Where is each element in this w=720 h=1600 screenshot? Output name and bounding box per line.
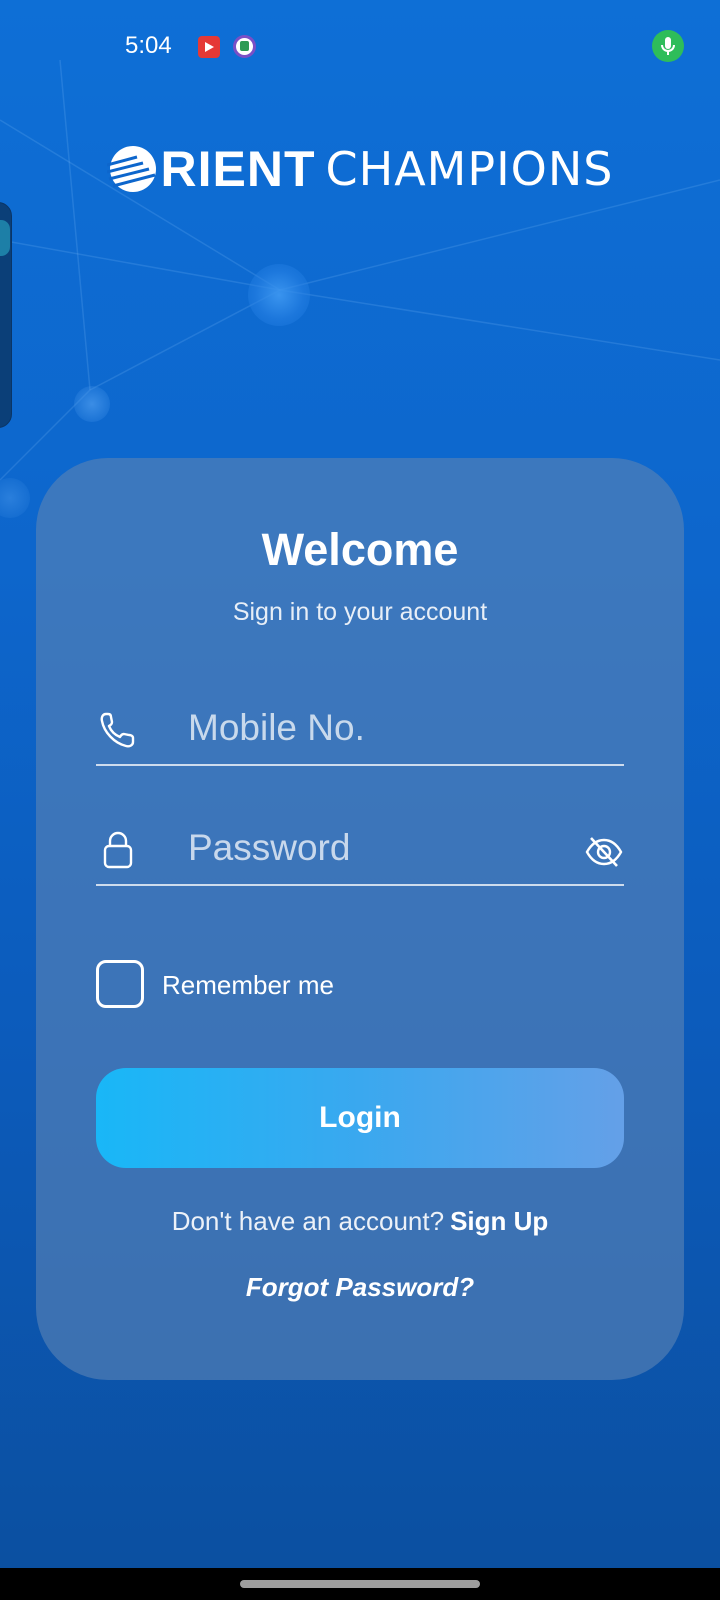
- page-title: Welcome: [261, 524, 459, 575]
- home-gesture-handle[interactable]: [240, 1580, 480, 1588]
- youtube-icon: [198, 36, 220, 58]
- eye-off-icon[interactable]: [584, 832, 624, 872]
- app-logo: RIENT CHAMPIONS: [0, 140, 720, 198]
- lock-icon: [103, 831, 133, 869]
- login-card: Welcome Sign in to your account Remember…: [36, 458, 684, 1380]
- mic-icon: [652, 30, 684, 62]
- forgot-password-link[interactable]: Forgot Password?: [36, 1272, 684, 1303]
- background-glow: [74, 386, 110, 422]
- logo-text-light: CHAMPIONS: [325, 142, 614, 196]
- orient-logo-mark: [106, 146, 156, 192]
- mobile-field: [96, 694, 624, 766]
- phone-icon: [100, 712, 135, 748]
- mobile-input[interactable]: [188, 700, 568, 756]
- signup-link[interactable]: Sign Up: [450, 1206, 548, 1236]
- app-notification-icon: [233, 35, 256, 58]
- status-bar: 5:04: [0, 0, 720, 90]
- signup-prompt-row: Don't have an account? Sign Up: [36, 1206, 684, 1237]
- signup-prompt: Don't have an account?: [171, 1206, 445, 1236]
- password-field: [96, 814, 624, 886]
- login-button[interactable]: Login: [96, 1068, 624, 1168]
- logo-text-bold: RIENT: [160, 141, 316, 197]
- status-time: 5:04: [125, 32, 172, 59]
- background-glow: [248, 264, 310, 326]
- page-subtitle: Sign in to your account: [232, 598, 488, 626]
- background-glow: [0, 478, 30, 518]
- navigation-bar: [0, 1568, 720, 1600]
- remember-label: Remember me: [162, 970, 334, 1000]
- edge-panel-indicator: [0, 220, 10, 256]
- password-input[interactable]: [188, 820, 568, 876]
- remember-checkbox[interactable]: [96, 960, 144, 1008]
